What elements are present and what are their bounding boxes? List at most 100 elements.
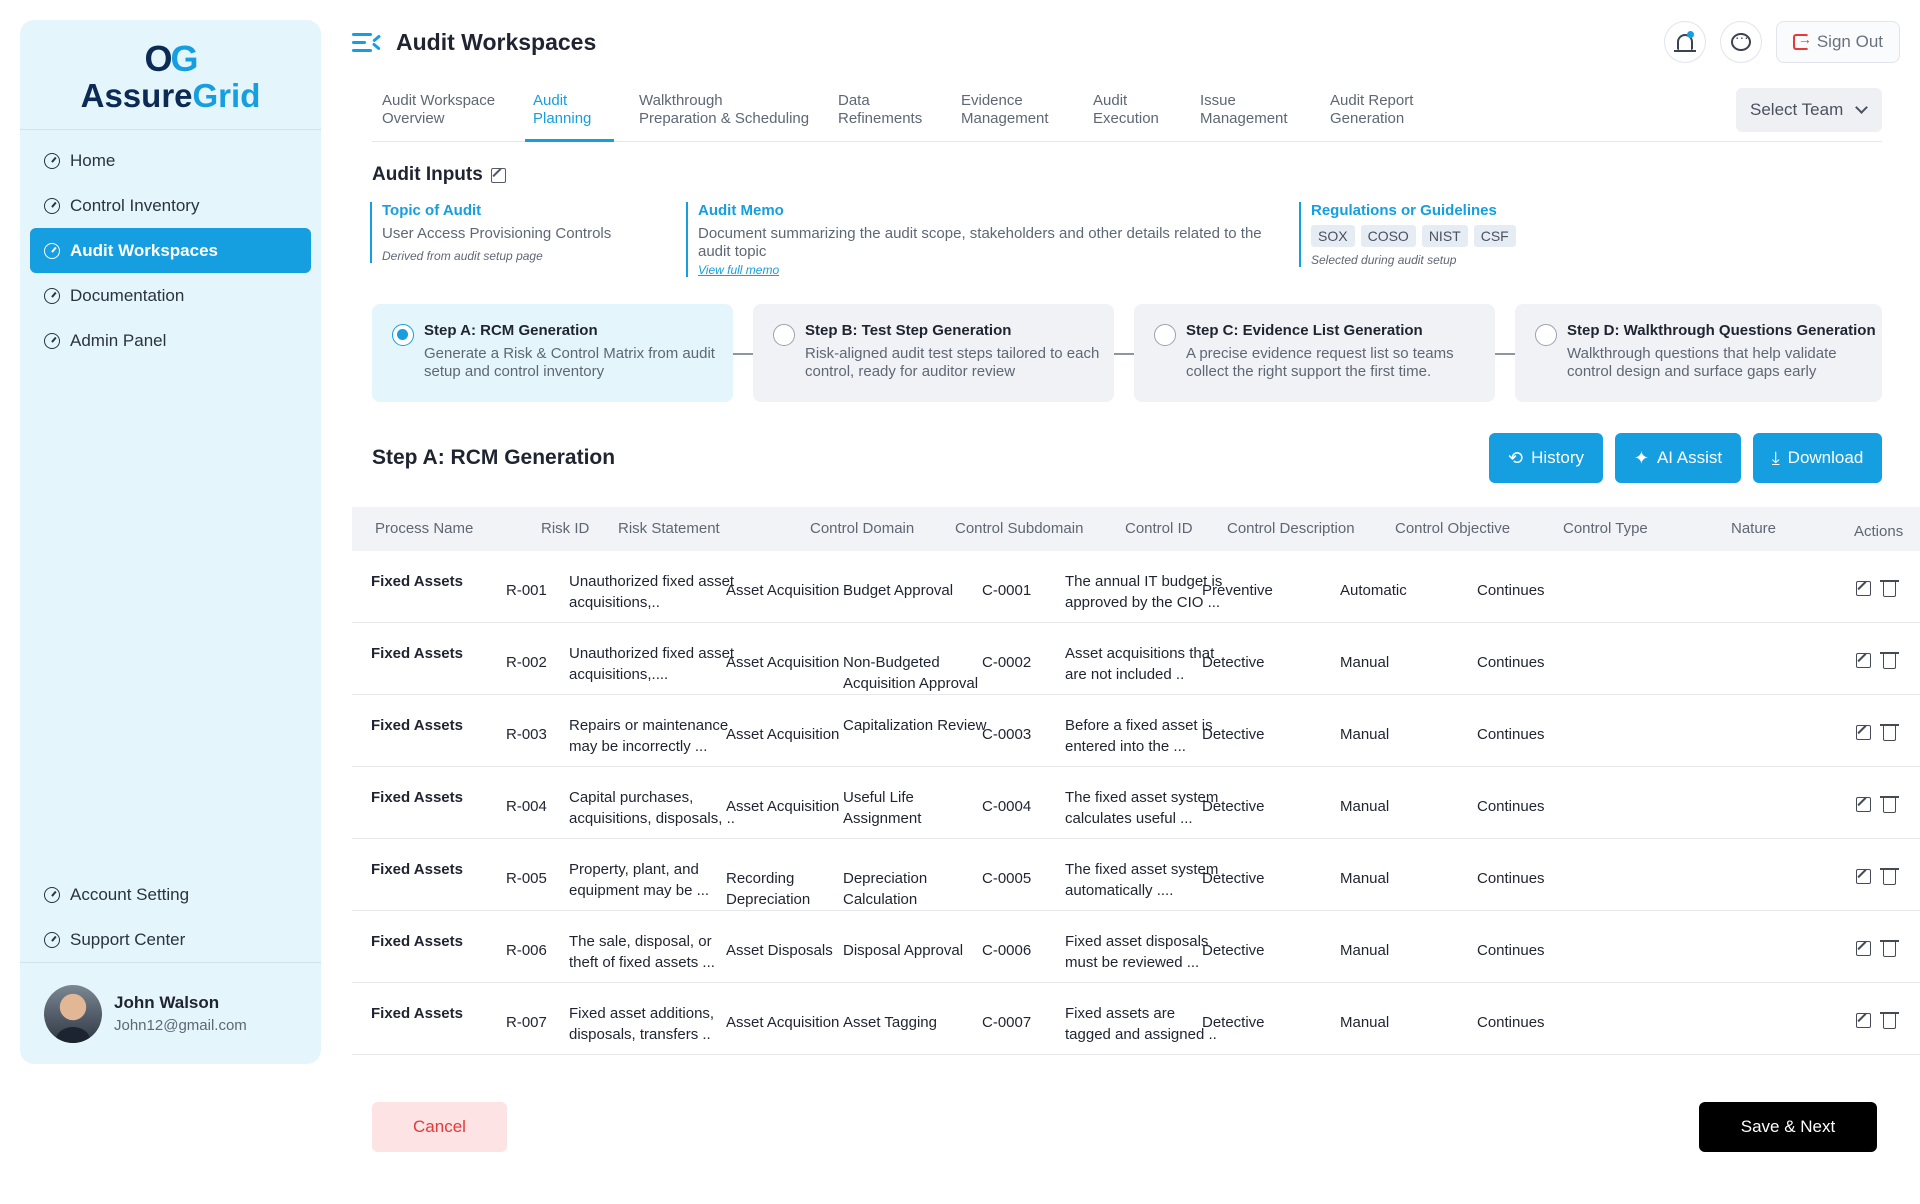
sidebar-item-label: Account Setting bbox=[70, 884, 190, 904]
cell-objective: Detective bbox=[1202, 798, 1265, 815]
step-b-radio[interactable] bbox=[773, 324, 795, 346]
audit-inputs-title: Audit Inputs bbox=[372, 164, 506, 186]
column-header[interactable]: Control Domain bbox=[810, 520, 914, 537]
step-c-radio[interactable] bbox=[1154, 324, 1176, 346]
history-icon: ⟲ bbox=[1508, 447, 1524, 468]
cell-process: Fixed Assets bbox=[371, 1005, 463, 1022]
step-d-card[interactable]: Step D: Walkthrough Questions Generation… bbox=[1515, 304, 1882, 402]
table-row[interactable]: Fixed Assets R-003 Repairs or maintenance … bbox=[352, 695, 1920, 767]
view-full-memo-link[interactable]: View full memo bbox=[698, 263, 1266, 277]
sidebar-item-home[interactable]: Home bbox=[30, 138, 311, 183]
tab-audit-execution[interactable]: Audit Execution bbox=[1093, 92, 1159, 128]
cell-objective: Detective bbox=[1202, 1014, 1265, 1031]
column-header[interactable]: Nature bbox=[1731, 520, 1776, 537]
step-b-card[interactable]: Step B: Test Step Generation Risk-aligne… bbox=[753, 304, 1114, 402]
cell-type: Manual bbox=[1340, 942, 1390, 959]
edit-icon[interactable] bbox=[1856, 1013, 1871, 1028]
table-row[interactable]: Fixed Assets R-004 Capital purchases, acqu… bbox=[352, 767, 1920, 839]
tab-audit-workspace-overview[interactable]: Audit Workspace Overview bbox=[382, 92, 495, 128]
column-header[interactable]: Control Description bbox=[1227, 520, 1355, 537]
tab-audit-planning[interactable]: Audit Planning bbox=[533, 92, 591, 128]
column-header[interactable]: Risk Statement bbox=[618, 520, 720, 537]
table-row[interactable]: Fixed Assets R-002 Unauthorized fixed asse… bbox=[352, 623, 1920, 695]
cell-risk-statement: Unauthorized fixed asset acquisitions,.. bbox=[569, 573, 735, 611]
column-header[interactable]: Process Name bbox=[375, 520, 473, 537]
team-select[interactable]: Select Team bbox=[1736, 88, 1882, 132]
step-desc: Generate a Risk & Control Matrix from au… bbox=[424, 345, 715, 380]
cell-objective: Detective bbox=[1202, 654, 1265, 671]
edit-icon[interactable] bbox=[1856, 941, 1871, 956]
sidebar-item-account-setting[interactable]: Account Setting bbox=[30, 872, 311, 917]
step-a-card[interactable]: Step A: RCM Generation Generate a Risk &… bbox=[372, 304, 733, 402]
step-d-radio[interactable] bbox=[1535, 324, 1557, 346]
sidebar-item-audit-workspaces[interactable]: Audit Workspaces bbox=[30, 228, 311, 273]
cell-control-id: C-0004 bbox=[982, 798, 1032, 815]
edit-icon[interactable] bbox=[1856, 725, 1871, 740]
chevron-down-icon bbox=[1855, 101, 1869, 114]
trash-icon[interactable] bbox=[1880, 1012, 1899, 1029]
step-connector bbox=[1114, 353, 1134, 355]
save-next-button[interactable]: Save & Next bbox=[1699, 1102, 1877, 1152]
regulation-chips: SOX COSO NIST CSF bbox=[1311, 225, 1599, 247]
edit-icon[interactable] bbox=[1856, 869, 1871, 884]
edit-icon[interactable] bbox=[1856, 797, 1871, 812]
table-row[interactable]: Fixed Assets R-001 Unauthorized fixed asse… bbox=[352, 551, 1920, 623]
cell-objective: Detective bbox=[1202, 726, 1265, 743]
trash-icon[interactable] bbox=[1880, 796, 1899, 813]
sidebar-item-documentation[interactable]: Documentation bbox=[30, 273, 311, 318]
cell-process: Fixed Assets bbox=[371, 645, 463, 662]
logo[interactable]: OG AssureGrid bbox=[20, 20, 321, 130]
step-c-card[interactable]: Step C: Evidence List Generation A preci… bbox=[1134, 304, 1495, 402]
column-header[interactable]: Control ID bbox=[1125, 520, 1193, 537]
row-actions bbox=[1856, 652, 1899, 669]
notification-dot bbox=[1686, 31, 1694, 38]
sidebar-item-control-inventory[interactable]: Control Inventory bbox=[30, 183, 311, 228]
chat-icon bbox=[1730, 29, 1751, 51]
trash-icon[interactable] bbox=[1880, 652, 1899, 669]
gauge-icon bbox=[44, 931, 60, 948]
audit-inputs-title-text: Audit Inputs bbox=[372, 164, 483, 185]
ai-assist-button[interactable]: ✦ AI Assist bbox=[1615, 433, 1741, 483]
cell-control-id: C-0003 bbox=[982, 726, 1032, 743]
tab-walkthrough-preparation[interactable]: Walkthrough Preparation & Scheduling bbox=[639, 92, 809, 128]
notifications-button[interactable] bbox=[1663, 21, 1706, 63]
table-row[interactable]: Fixed Assets R-007 Fixed asset additions, … bbox=[352, 983, 1920, 1055]
tab-audit-report-generation[interactable]: Audit Report Generation bbox=[1330, 92, 1413, 128]
step-a-radio[interactable] bbox=[392, 324, 414, 346]
edit-icon[interactable] bbox=[490, 167, 506, 183]
table-row[interactable]: Fixed Assets R-005 Property, plant, and eq… bbox=[352, 839, 1920, 911]
page-title: Audit Workspaces bbox=[396, 28, 597, 55]
trash-icon[interactable] bbox=[1880, 868, 1899, 885]
sidebar-item-admin-panel[interactable]: Admin Panel bbox=[30, 318, 311, 363]
column-header[interactable]: Control Objective bbox=[1395, 520, 1510, 537]
tab-data-refinements[interactable]: Data Refinements bbox=[838, 92, 922, 128]
history-label: History bbox=[1531, 448, 1584, 467]
messages-button[interactable] bbox=[1719, 21, 1762, 63]
download-button[interactable]: ⤓ Download bbox=[1753, 433, 1882, 483]
tab-issue-management[interactable]: Issue Management bbox=[1200, 92, 1288, 128]
step-title: Step D: Walkthrough Questions Generation bbox=[1567, 322, 1876, 339]
column-header[interactable]: Risk ID bbox=[541, 520, 589, 537]
cell-description: The annual IT budget is approved by the … bbox=[1065, 573, 1223, 611]
sign-out-button[interactable]: Sign Out bbox=[1775, 21, 1900, 63]
edit-icon[interactable] bbox=[1856, 653, 1871, 668]
history-button[interactable]: ⟲ History bbox=[1489, 433, 1603, 483]
trash-icon[interactable] bbox=[1880, 724, 1899, 741]
trash-icon[interactable] bbox=[1880, 940, 1899, 957]
cancel-button[interactable]: Cancel bbox=[372, 1102, 507, 1152]
trash-icon[interactable] bbox=[1880, 580, 1899, 597]
sidebar-item-support-center[interactable]: Support Center bbox=[30, 917, 311, 962]
column-header[interactable]: Control Type bbox=[1563, 520, 1648, 537]
cell-risk-statement: Capital purchases, acquisitions, disposa… bbox=[569, 789, 735, 827]
step-desc: Walkthrough questions that help validate… bbox=[1567, 345, 1837, 380]
user-profile[interactable]: John Walson John12@gmail.com bbox=[20, 962, 321, 1064]
menu-collapse-icon[interactable] bbox=[352, 32, 381, 52]
cell-risk-id: R-006 bbox=[506, 942, 547, 959]
column-header[interactable]: Control Subdomain bbox=[955, 520, 1083, 537]
cell-process: Fixed Assets bbox=[371, 861, 463, 878]
edit-icon[interactable] bbox=[1856, 581, 1871, 596]
tab-evidence-management[interactable]: Evidence Management bbox=[961, 92, 1049, 128]
sidebar-nav: Home Control Inventory Audit Workspaces Doc… bbox=[20, 130, 321, 371]
sidebar-item-label: Admin Panel bbox=[70, 330, 167, 350]
table-row[interactable]: Fixed Assets R-006 The sale, disposal, or … bbox=[352, 911, 1920, 983]
